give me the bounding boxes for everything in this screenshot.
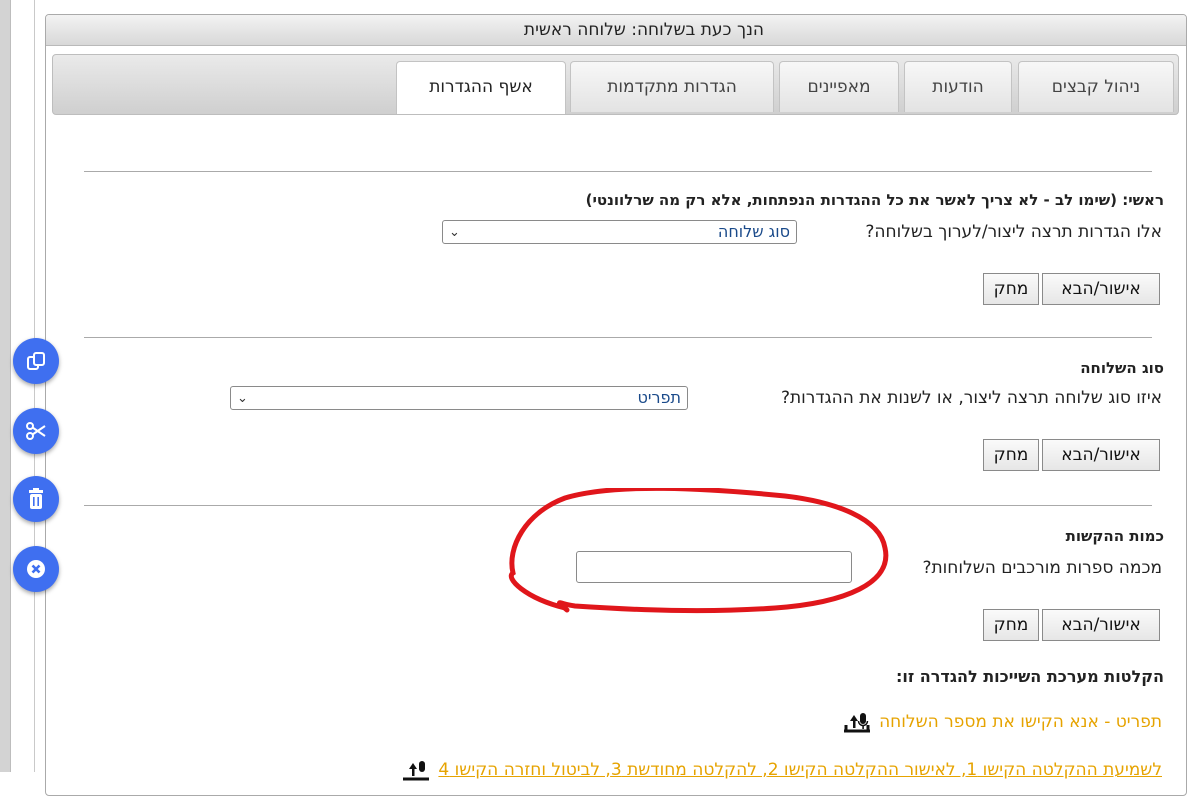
panel-title: הנך כעת בשלוחה: שלוחה ראשית: [46, 15, 1186, 46]
trash-icon: [29, 488, 43, 509]
left-divider: [34, 0, 35, 772]
recording-link-1-text: תפריט - אנא הקישו את מספר השלוחה: [879, 712, 1162, 732]
divider: [84, 505, 1152, 506]
section-type-question: איזו סוג שלוחה תרצה ליצור, או לשנות את ה…: [780, 388, 1162, 408]
upload-mic-icon[interactable]: [401, 759, 431, 781]
confirm-button-3[interactable]: אישור/הבא: [1042, 609, 1160, 641]
delete-button-2[interactable]: מחק: [983, 439, 1039, 471]
section-main-question: אלו הגדרות תרצה ליצור/לערוך בשלוחה?: [865, 222, 1162, 242]
copy-button[interactable]: [13, 338, 59, 384]
extension-type-select-value: תפריט: [637, 388, 682, 407]
settings-select-value: סוג שלוחה: [717, 222, 790, 241]
section-main-heading: ראשי: (שימו לב - לא צריך לאשר את כל ההגד…: [585, 191, 1164, 209]
divider: [84, 337, 1152, 338]
copy-icon: [27, 352, 45, 370]
upload-mic-icon[interactable]: [842, 711, 872, 733]
left-scroll-strip: [0, 0, 11, 772]
delete-button-3[interactable]: מחק: [983, 609, 1039, 641]
cut-button[interactable]: [13, 408, 59, 454]
delete-floating-button[interactable]: [13, 476, 59, 522]
delete-button-1[interactable]: מחק: [983, 273, 1039, 305]
recording-link-1[interactable]: תפריט - אנא הקישו את מספר השלוחה: [842, 711, 1162, 733]
close-floating-button[interactable]: [13, 546, 59, 592]
scissors-icon: [26, 422, 46, 440]
section-type-heading: סוג השלוחה: [1080, 359, 1164, 377]
tab-bar: ניהול קבצים הודעות מאפיינים הגדרות מתקדמ…: [52, 54, 1179, 115]
section-digits-question: מכמה ספרות מורכבים השלוחות?: [922, 558, 1162, 578]
confirm-button-1[interactable]: אישור/הבא: [1042, 273, 1160, 305]
tab-advanced-settings[interactable]: הגדרות מתקדמות: [570, 61, 774, 112]
confirm-button-2[interactable]: אישור/הבא: [1042, 439, 1160, 471]
tab-settings-wizard[interactable]: אשף ההגדרות: [396, 61, 566, 114]
chevron-down-icon: ⌄: [237, 391, 248, 406]
recording-link-2[interactable]: לשמיעת ההקלטה הקישו 1, לאישור ההקלטה הקי…: [401, 759, 1162, 781]
tab-messages[interactable]: הודעות: [904, 61, 1012, 112]
settings-select[interactable]: סוג שלוחה ⌄: [442, 220, 797, 244]
divider: [84, 171, 1152, 172]
extension-type-select[interactable]: תפריט ⌄: [230, 386, 688, 410]
extension-panel: הנך כעת בשלוחה: שלוחה ראשית ניהול קבצים …: [45, 14, 1187, 796]
digits-count-input[interactable]: [576, 551, 852, 583]
tab-properties[interactable]: מאפיינים: [779, 61, 899, 112]
recording-link-2-text: לשמיעת ההקלטה הקישו 1, לאישור ההקלטה הקי…: [438, 760, 1162, 780]
chevron-down-icon: ⌄: [449, 225, 460, 240]
section-digits-heading: כמות ההקשות: [1065, 527, 1164, 545]
tab-file-management[interactable]: ניהול קבצים: [1018, 61, 1174, 112]
close-circle-icon: [27, 560, 45, 578]
recordings-heading: הקלטות מערכת השייכות להגדרה זו:: [895, 667, 1164, 686]
